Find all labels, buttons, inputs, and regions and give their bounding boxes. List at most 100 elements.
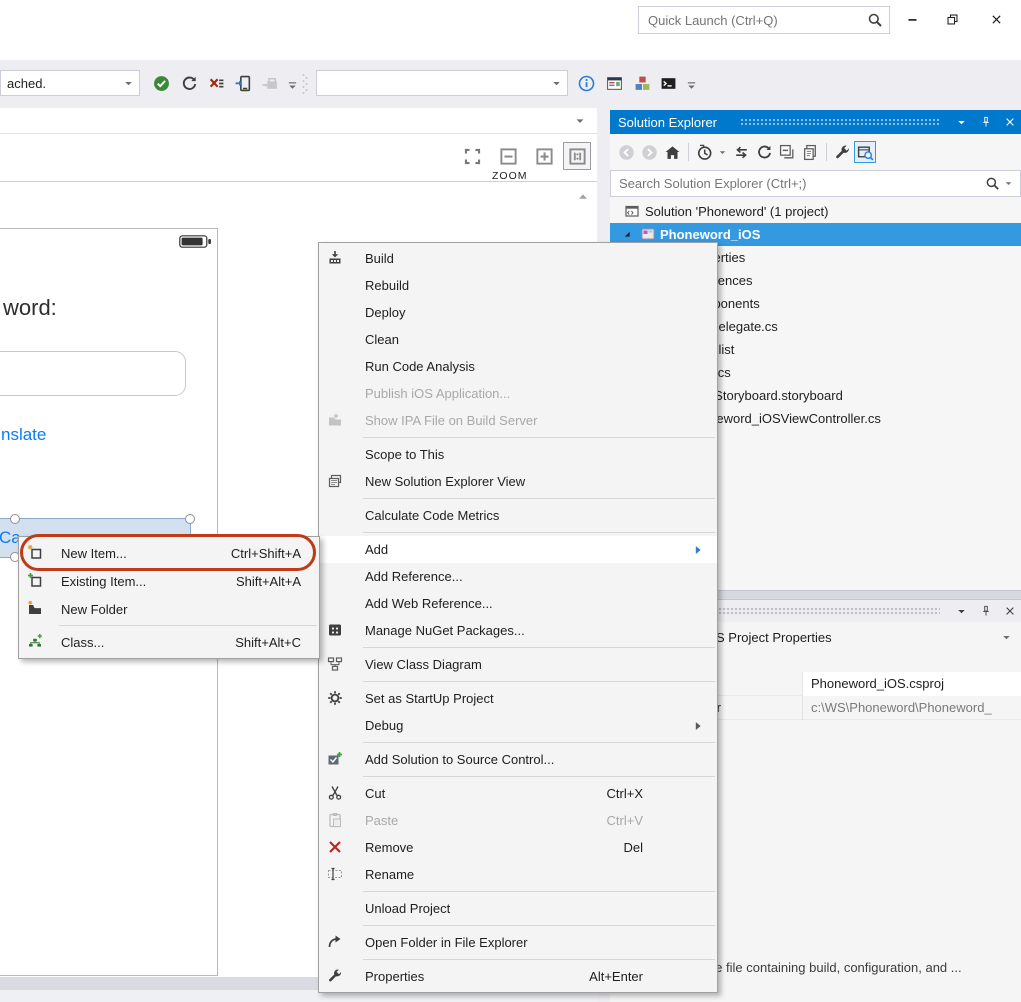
filter-dropdown-button[interactable] xyxy=(716,141,729,163)
quick-launch-input[interactable] xyxy=(648,13,867,28)
menu-item-manage-nuget-packages[interactable]: Manage NuGet Packages... xyxy=(319,617,717,644)
menu-item-unload-project[interactable]: Unload Project xyxy=(319,895,717,922)
menu-item-label: Class... xyxy=(61,635,104,650)
menu-item-build[interactable]: Build xyxy=(319,245,717,272)
close-button[interactable] xyxy=(982,8,1010,30)
preview-selected-items-button[interactable] xyxy=(854,141,876,163)
arrow-slot xyxy=(691,448,705,462)
selection-handle[interactable] xyxy=(185,514,195,524)
menu-item-set-as-startup-project[interactable]: Set as StartUp Project xyxy=(319,685,717,712)
minimize-button[interactable] xyxy=(898,8,926,30)
pane-pin-button[interactable] xyxy=(975,602,996,620)
toolbar-overflow-button-2[interactable] xyxy=(682,73,700,97)
sync-button[interactable] xyxy=(177,71,201,95)
solution-explorer-titlebar[interactable]: Solution Explorer xyxy=(610,110,1021,134)
pages-icon xyxy=(802,144,819,161)
menu-item-deploy[interactable]: Deploy xyxy=(319,299,717,326)
menu-item-properties[interactable]: PropertiesAlt+Enter xyxy=(319,963,717,990)
menu-item-new-solution-explorer-view[interactable]: New Solution Explorer View xyxy=(319,468,717,495)
info-button[interactable] xyxy=(574,71,598,95)
packages-button[interactable] xyxy=(630,71,654,95)
pane-pin-button[interactable] xyxy=(975,113,996,131)
menu-separator xyxy=(363,776,715,777)
menu-item-label: Cut xyxy=(365,786,385,801)
one-to-one-icon xyxy=(568,147,587,166)
menu-item-label: Paste xyxy=(365,813,398,828)
tree-item-solution-phoneword-1-project[interactable]: Solution 'Phoneword' (1 project) xyxy=(610,200,1021,223)
restore-button[interactable] xyxy=(938,8,966,30)
zoom-fit-button[interactable] xyxy=(458,142,486,170)
pending-changes-filter-button[interactable] xyxy=(693,141,715,163)
pane-menu-button[interactable] xyxy=(951,113,972,131)
menu-item-cut[interactable]: CutCtrl+X xyxy=(319,780,717,807)
paste-icon xyxy=(327,812,349,830)
cancel-build-button[interactable] xyxy=(204,71,228,95)
pane-close-button[interactable] xyxy=(999,113,1020,131)
menu-item-label: Open Folder in File Explorer xyxy=(365,935,528,950)
quick-launch-box[interactable] xyxy=(638,6,890,34)
toolbar-combo-empty[interactable] xyxy=(316,70,568,96)
menu-item-rename[interactable]: Rename xyxy=(319,861,717,888)
zoom-out-button[interactable] xyxy=(494,142,522,170)
property-value[interactable]: Phoneword_iOS.csproj xyxy=(802,672,1021,696)
designer-translate-button[interactable]: nslate xyxy=(1,425,46,445)
menu-item-label: Show IPA File on Build Server xyxy=(365,413,537,428)
close-icon xyxy=(1004,116,1016,128)
run-checks-button[interactable] xyxy=(149,71,173,95)
deploy-device-button[interactable] xyxy=(231,71,255,95)
menu-item-run-code-analysis[interactable]: Run Code Analysis xyxy=(319,353,717,380)
menu-item-add-web-reference[interactable]: Add Web Reference... xyxy=(319,590,717,617)
chevron-down-icon xyxy=(550,77,563,90)
debug-target-combo-value: ached. xyxy=(7,76,122,91)
menu-item-calculate-code-metrics[interactable]: Calculate Code Metrics xyxy=(319,502,717,529)
menu-item-add-reference[interactable]: Add Reference... xyxy=(319,563,717,590)
menu-item-label: Remove xyxy=(365,840,413,855)
debug-target-combo[interactable]: ached. xyxy=(0,70,140,96)
toolbar-separator xyxy=(688,143,689,161)
expand-arrow-icon[interactable] xyxy=(620,227,634,241)
home-button[interactable] xyxy=(661,141,683,163)
designer-text-field[interactable] xyxy=(0,351,186,396)
menu-item-debug[interactable]: Debug xyxy=(319,712,717,739)
solution-explorer-search-input[interactable] xyxy=(619,176,985,191)
source-control-icon xyxy=(327,751,349,769)
menu-item-open-folder-in-file-explorer[interactable]: Open Folder in File Explorer xyxy=(319,929,717,956)
properties-button[interactable] xyxy=(831,141,853,163)
submenu-item-class[interactable]: Class...Shift+Alt+C xyxy=(19,628,319,656)
menu-item-scope-to-this[interactable]: Scope to This xyxy=(319,441,717,468)
vs-window: ached. ZOOM xyxy=(0,0,1021,1002)
property-value[interactable]: c:\WS\Phoneword\Phoneword_ xyxy=(802,696,1021,720)
menu-separator xyxy=(363,742,715,743)
show-all-files-button[interactable] xyxy=(799,141,821,163)
selection-handle[interactable] xyxy=(10,514,20,524)
chevron-down-icon[interactable] xyxy=(573,114,587,128)
sync-with-active-button[interactable] xyxy=(730,141,752,163)
menu-item-rebuild[interactable]: Rebuild xyxy=(319,272,717,299)
console-button[interactable] xyxy=(656,71,680,95)
toolbar-overflow-button[interactable] xyxy=(283,73,301,97)
arrow-slot xyxy=(691,252,705,266)
form-designer-button[interactable] xyxy=(602,71,626,95)
pane-close-button[interactable] xyxy=(999,602,1020,620)
arrow-slot xyxy=(691,475,705,489)
scroll-up-button[interactable] xyxy=(574,188,592,206)
zoom-actual-size-button[interactable] xyxy=(563,142,591,170)
menu-item-shortcut: Alt+Enter xyxy=(589,969,643,984)
solution-explorer-search[interactable] xyxy=(610,170,1021,197)
menu-item-add[interactable]: Add xyxy=(319,536,717,563)
collapse-all-button[interactable] xyxy=(776,141,798,163)
arrow-slot xyxy=(691,753,705,767)
pane-menu-button[interactable] xyxy=(951,602,972,620)
menu-item-remove[interactable]: RemoveDel xyxy=(319,834,717,861)
menu-item-view-class-diagram[interactable]: View Class Diagram xyxy=(319,651,717,678)
zoom-in-button[interactable] xyxy=(530,142,558,170)
rename-icon xyxy=(327,866,349,884)
submenu-item-existing-item[interactable]: Existing Item...Shift+Alt+A xyxy=(19,567,319,595)
menu-item-add-solution-to-source-control[interactable]: Add Solution to Source Control... xyxy=(319,746,717,773)
menu-item-label: New Solution Explorer View xyxy=(365,474,525,489)
submenu-item-new-folder[interactable]: New Folder xyxy=(19,595,319,623)
refresh-button[interactable] xyxy=(753,141,775,163)
submenu-item-new-item[interactable]: New Item...Ctrl+Shift+A xyxy=(19,539,319,567)
menu-item-clean[interactable]: Clean xyxy=(319,326,717,353)
submenu-arrow-icon xyxy=(691,543,705,557)
